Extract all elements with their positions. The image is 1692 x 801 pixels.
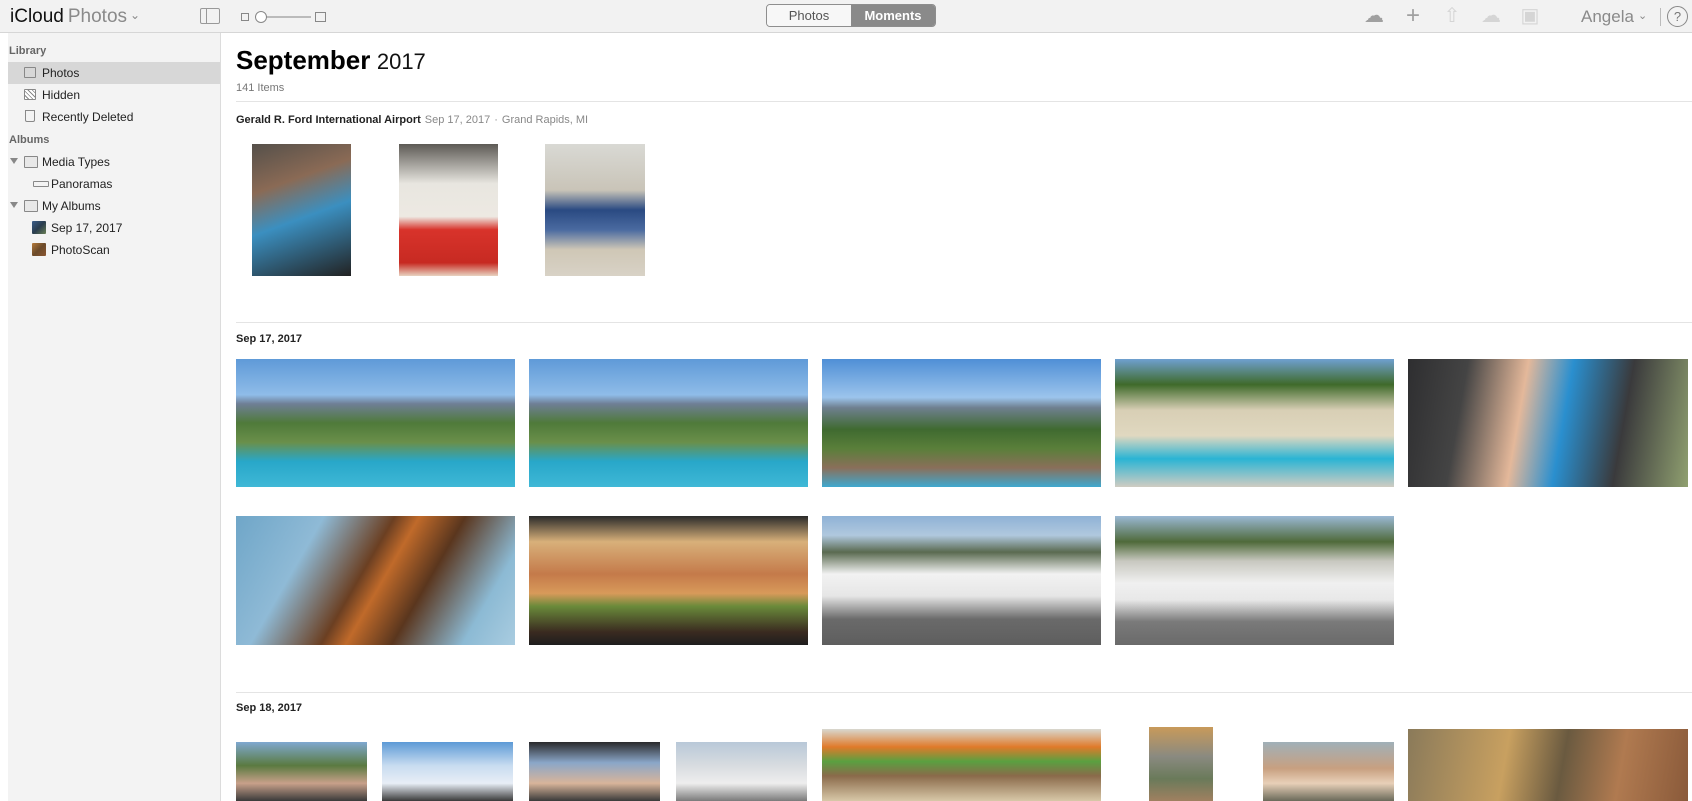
sidebar-item-label: Media Types: [42, 155, 110, 169]
photo-thumbnail[interactable]: [822, 516, 1101, 645]
sidebar-item-label: Panoramas: [51, 177, 113, 191]
sidebar-item-media-types[interactable]: Media Types: [8, 151, 220, 173]
moment-header[interactable]: Gerald R. Ford International Airport Sep …: [236, 114, 588, 126]
sidebar-item-panoramas[interactable]: Panoramas: [8, 173, 220, 195]
trash-icon[interactable]: ▣: [1517, 5, 1543, 29]
sidebar: Library Photos Hidden Recently Deleted A…: [8, 33, 221, 801]
help-icon[interactable]: ?: [1667, 6, 1688, 27]
app-switcher[interactable]: iCloud Photos ⌄: [10, 6, 140, 28]
sidebar-item-label: Recently Deleted: [42, 110, 134, 124]
moment-header[interactable]: Sep 18, 2017: [236, 702, 302, 714]
zoom-slider[interactable]: [241, 10, 326, 24]
share-icon[interactable]: ⇧: [1439, 5, 1465, 29]
folder-icon: [24, 200, 38, 212]
sidebar-item-label: Sep 17, 2017: [51, 221, 123, 235]
moment-separator: ·: [494, 114, 498, 126]
title-month: September: [236, 45, 371, 75]
photo-thumbnail[interactable]: [236, 359, 515, 487]
photo-thumbnail[interactable]: [1149, 727, 1213, 801]
panorama-icon: [33, 181, 49, 187]
sidebar-item-sep-17-2017[interactable]: Sep 17, 2017: [8, 217, 220, 239]
upload-icon[interactable]: ☁: [1361, 5, 1387, 29]
title-year: 2017: [376, 49, 426, 74]
tab-moments[interactable]: Moments: [851, 5, 935, 26]
sidebar-item-label: My Albums: [42, 199, 101, 213]
page-title: September 2017: [236, 45, 426, 76]
sidebar-item-label: PhotoScan: [51, 243, 110, 257]
photo-thumbnail[interactable]: [236, 516, 515, 645]
view-segmented-control: Photos Moments: [766, 4, 936, 27]
photo-thumbnail[interactable]: [1263, 742, 1394, 801]
download-icon[interactable]: ☁: [1478, 5, 1504, 29]
photo-thumbnail[interactable]: [676, 742, 807, 801]
user-name: Angela: [1581, 7, 1634, 26]
sidebar-item-recently-deleted[interactable]: Recently Deleted: [8, 106, 220, 128]
divider: [236, 322, 1692, 323]
divider: [236, 692, 1692, 693]
photo-thumbnail[interactable]: [822, 729, 1101, 801]
photo-thumbnail[interactable]: [545, 144, 645, 276]
trash-icon: [25, 110, 35, 122]
moment-date: Sep 17, 2017: [424, 114, 491, 126]
moment-location: Sep 17, 2017: [236, 333, 303, 345]
sidebar-item-photoscan[interactable]: PhotoScan: [8, 239, 220, 261]
moment-location: Gerald R. Ford International Airport: [236, 114, 421, 126]
add-icon[interactable]: +: [1400, 4, 1426, 29]
sidebar-item-my-albums[interactable]: My Albums: [8, 195, 220, 217]
sidebar-item-photos[interactable]: Photos: [8, 62, 220, 84]
photo-thumbnail[interactable]: [399, 144, 498, 276]
photo-thumbnail[interactable]: [1115, 359, 1394, 487]
user-menu[interactable]: Angela ⌄: [1581, 7, 1647, 27]
sidebar-item-label: Photos: [42, 66, 80, 80]
photo-thumbnail[interactable]: [822, 359, 1101, 487]
zoom-out-icon: [241, 13, 249, 21]
icloud-photos-app: iCloud Photos ⌄ Photos Moments ☁ + ⇧ ☁ ▣ A…: [0, 0, 1692, 801]
disclosure-triangle-icon[interactable]: [10, 158, 18, 164]
brand-app-name: Photos: [67, 6, 128, 27]
divider: [236, 101, 1692, 102]
sidebar-item-label: Hidden: [42, 88, 81, 102]
photo-thumbnail[interactable]: [236, 742, 367, 801]
tab-photos[interactable]: Photos: [767, 5, 851, 26]
photo-thumbnail[interactable]: [382, 742, 513, 801]
albums-header: Albums: [9, 134, 50, 146]
library-header: Library: [9, 45, 47, 57]
photo-thumbnail[interactable]: [1408, 729, 1688, 801]
moment-header[interactable]: Sep 17, 2017: [236, 333, 302, 345]
album-thumbnail: [32, 243, 46, 256]
item-count: 141 Items: [236, 82, 285, 94]
zoom-thumb[interactable]: [255, 11, 267, 23]
disclosure-triangle-icon[interactable]: [10, 202, 18, 208]
chevron-down-icon: ⌄: [1637, 10, 1648, 22]
photo-thumbnail[interactable]: [529, 516, 808, 645]
toolbar: iCloud Photos ⌄ Photos Moments ☁ + ⇧ ☁ ▣ A…: [0, 0, 1692, 33]
photo-thumbnail[interactable]: [252, 144, 351, 276]
hidden-icon: [24, 89, 36, 100]
sidebar-item-hidden[interactable]: Hidden: [8, 84, 220, 106]
photo-thumbnail[interactable]: [1408, 359, 1688, 487]
moment-location: Sep 18, 2017: [236, 702, 303, 714]
moment-place: Grand Rapids, MI: [501, 114, 589, 126]
moments-view: September 2017 141 Items Gerald R. Ford …: [221, 33, 1692, 801]
chevron-down-icon: ⌄: [130, 8, 141, 22]
photos-icon: [24, 67, 36, 78]
folder-icon: [24, 156, 38, 168]
album-thumbnail: [32, 221, 46, 234]
photo-thumbnail[interactable]: [529, 742, 660, 801]
photo-thumbnail[interactable]: [529, 359, 808, 487]
photo-thumbnail[interactable]: [1115, 516, 1394, 645]
zoom-in-icon: [315, 12, 326, 22]
sidebar-toggle-icon[interactable]: [200, 8, 220, 24]
toolbar-divider: [1660, 8, 1661, 26]
brand-icloud: iCloud: [10, 6, 64, 27]
